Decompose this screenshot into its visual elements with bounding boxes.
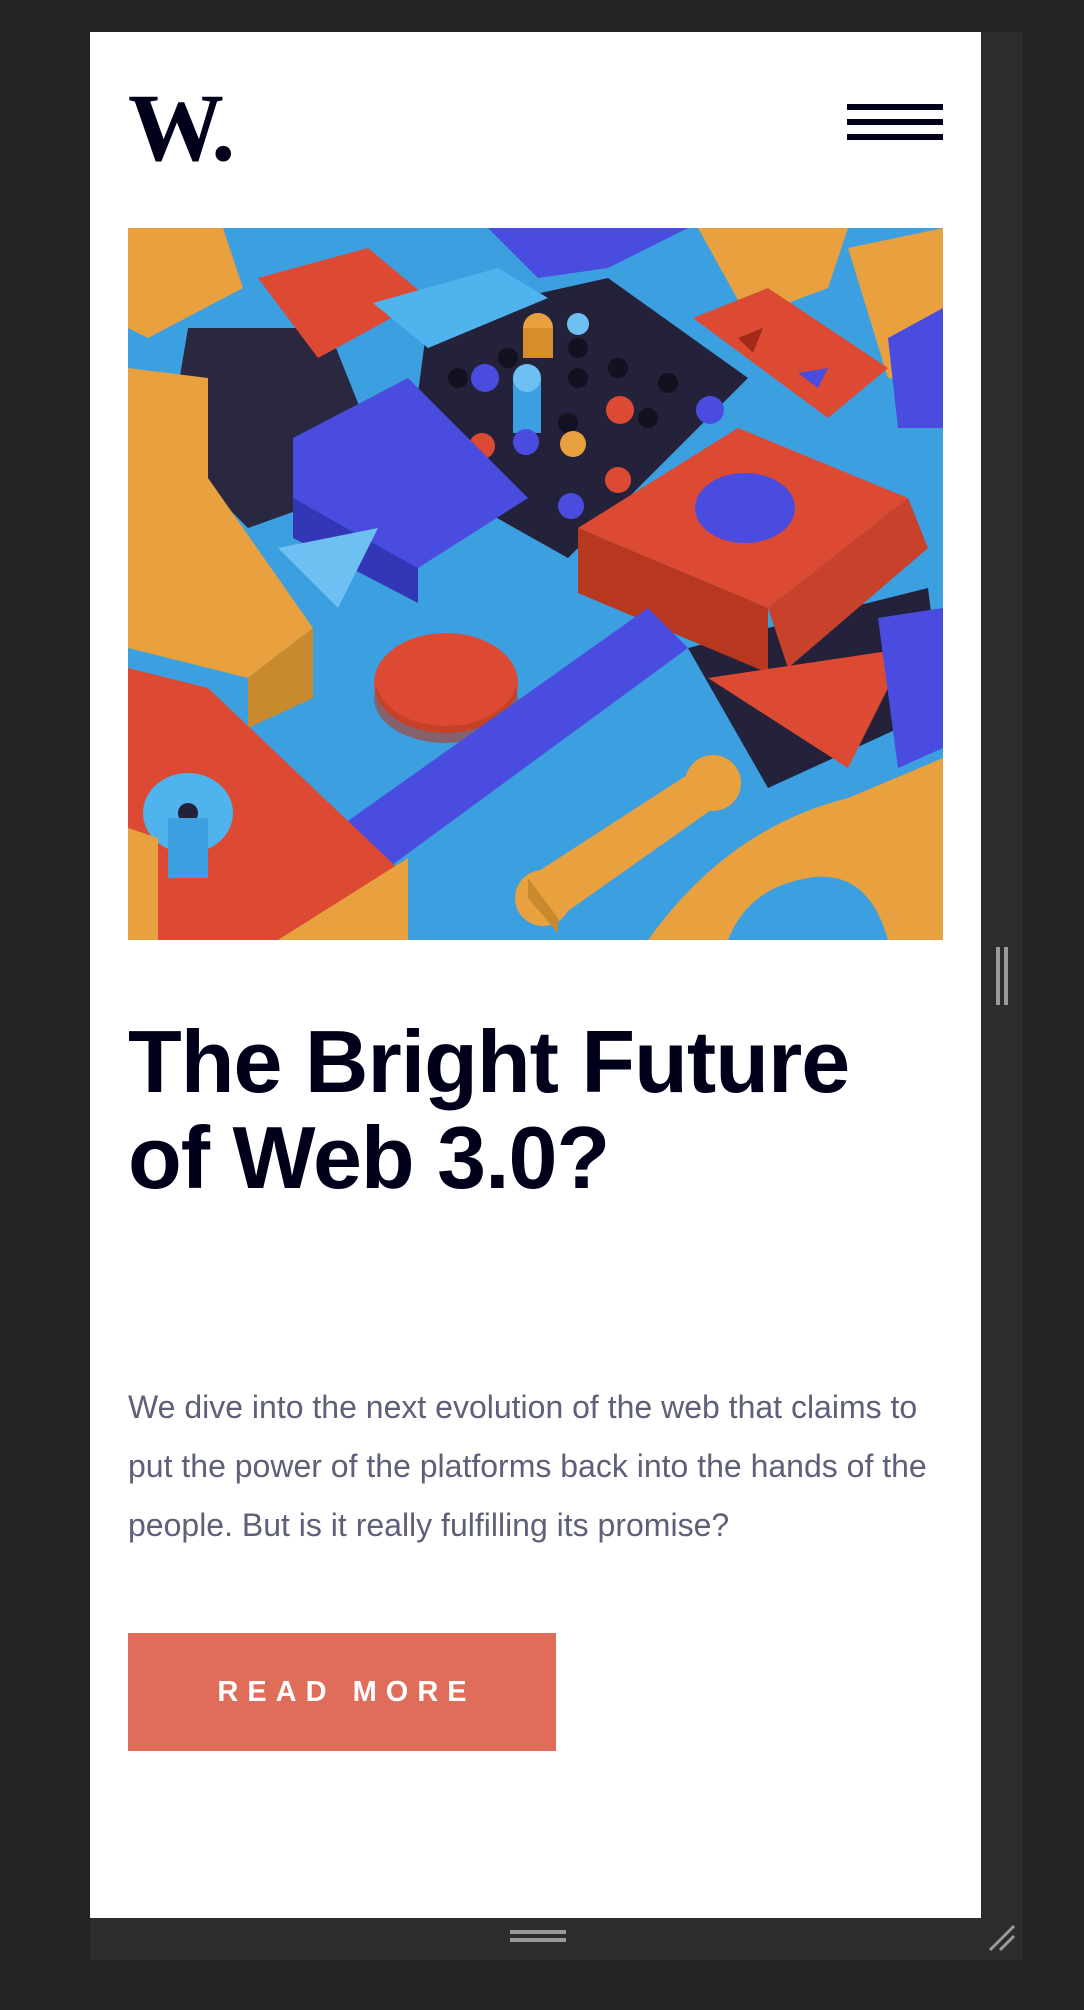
hamburger-menu-icon-bar (847, 119, 943, 125)
hero-image (128, 228, 943, 940)
read-more-button[interactable]: READ MORE (128, 1633, 556, 1751)
hamburger-menu-icon (847, 104, 943, 110)
colorful-3d-blocks-illustration (128, 228, 943, 940)
resize-corner-icon[interactable] (986, 1922, 1018, 1954)
resize-corner-glyph (988, 1924, 1016, 1952)
hamburger-menu-button[interactable] (847, 104, 943, 154)
article-title: The Bright Future of Web 3.0? (128, 1012, 850, 1207)
logo-text: W. (128, 88, 231, 170)
hamburger-menu-icon-bar (847, 134, 943, 140)
mobile-viewport: W. The Bright Future of Web 3.0? We dive… (90, 32, 981, 1918)
resize-handle-vertical-icon[interactable] (996, 947, 1010, 1005)
article-description: We dive into the next evolution of the w… (128, 1389, 927, 1543)
resize-handle-horizontal-icon[interactable] (510, 1930, 566, 1944)
logo-mark: W. (128, 74, 235, 181)
site-logo[interactable]: W. (128, 74, 250, 181)
